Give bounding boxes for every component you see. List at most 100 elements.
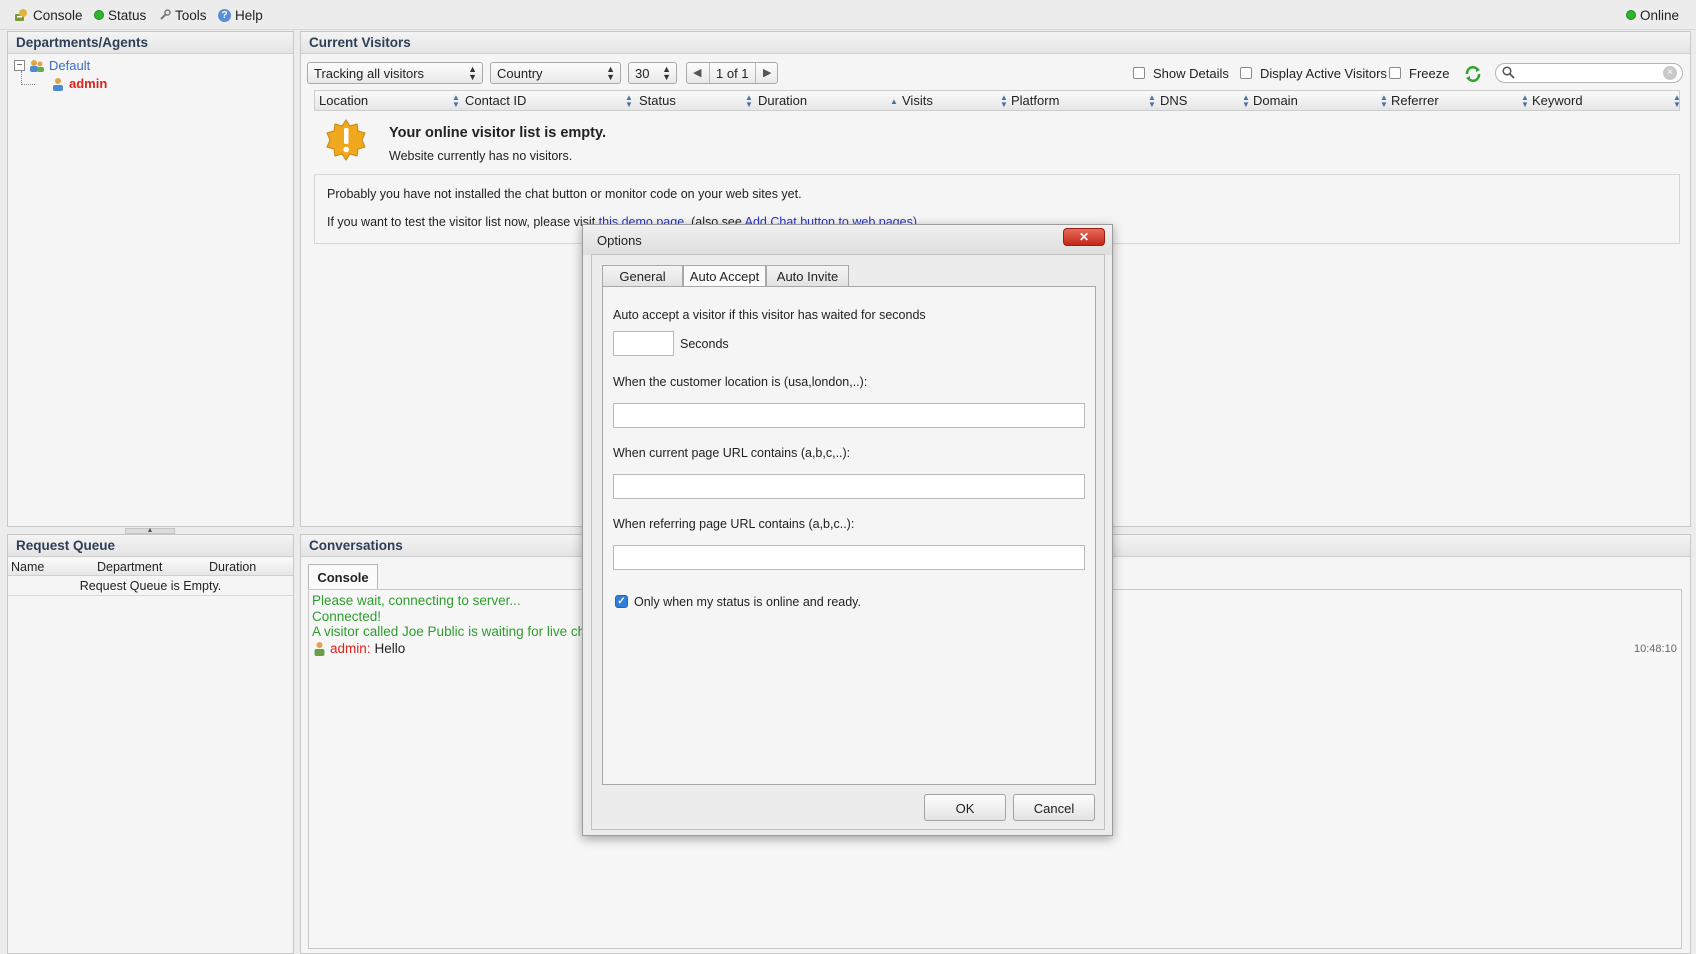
show-details-label: Show Details	[1153, 66, 1229, 81]
column-header[interactable]: Domain	[1250, 92, 1301, 110]
freeze-label: Freeze	[1409, 66, 1450, 81]
department-label: Default	[49, 58, 91, 73]
request-queue-empty: Request Queue is Empty.	[8, 577, 293, 596]
online-only-checkbox[interactable]: ✓	[615, 595, 628, 608]
message-text: Hello	[374, 641, 406, 656]
dialog-titlebar[interactable]: Options	[583, 225, 1112, 255]
request-queue-panel: Request Queue Name Department Duration R…	[7, 534, 294, 954]
tree-line	[21, 71, 22, 85]
column-header[interactable]: Visits	[899, 92, 936, 110]
tracking-select[interactable]: Tracking all visitors ▲ ▼	[307, 62, 483, 84]
request-queue-header: Name Department Duration	[8, 558, 293, 576]
pager-divider	[709, 63, 710, 83]
prev-page-icon[interactable]: ◀	[693, 66, 701, 79]
search-input[interactable]: ×	[1495, 63, 1683, 83]
page-indicator: 1 of 1	[716, 66, 749, 81]
column-header[interactable]: Platform	[1008, 92, 1062, 110]
department-icon	[29, 59, 45, 73]
tab-general[interactable]: General	[602, 265, 683, 287]
online-dot-icon	[1626, 10, 1636, 20]
online-status-label: Online	[1640, 7, 1680, 23]
column-header[interactable]: Contact ID	[462, 92, 529, 110]
departments-panel-title: Departments/Agents	[8, 32, 293, 54]
help-menu[interactable]: ? Help	[218, 7, 263, 23]
sort-icon[interactable]: ▲ ▼	[452, 94, 460, 109]
referrer-input[interactable]	[613, 545, 1085, 570]
sort-icon[interactable]: ▲ ▼	[1000, 94, 1008, 109]
console-menu[interactable]: Console	[14, 7, 83, 23]
agent-label: admin	[69, 76, 108, 91]
message-timestamp: 10:48:10	[1634, 643, 1677, 655]
wait-label: Auto accept a visitor if this visitor ha…	[613, 308, 926, 322]
seconds-input[interactable]	[613, 331, 674, 356]
wrench-icon	[159, 9, 171, 21]
show-details-checkbox[interactable]	[1133, 67, 1145, 79]
log-line: Please wait, connecting to server...	[312, 593, 521, 608]
sort-icon[interactable]: ▲ ▼	[625, 94, 633, 109]
chat-message: admin: Hello	[313, 641, 405, 656]
sort-icon[interactable]: ▲ ▼	[745, 94, 753, 109]
status-menu[interactable]: Status	[94, 7, 146, 23]
country-select-value: Country	[497, 66, 543, 81]
agent-icon	[51, 77, 65, 91]
tree-line	[21, 84, 35, 85]
dialog-title: Options	[597, 233, 642, 248]
sort-icon[interactable]: ▲ ▼	[1673, 94, 1681, 109]
country-select[interactable]: Country ▲ ▼	[490, 62, 621, 84]
display-active-label: Display Active Visitors	[1260, 66, 1387, 81]
auto-accept-pane: Auto accept a visitor if this visitor ha…	[602, 286, 1096, 785]
tab-auto-invite[interactable]: Auto Invite	[766, 265, 849, 287]
empty-subtitle: Website currently has no visitors.	[389, 149, 573, 163]
sort-icon[interactable]: ▲ ▼	[1242, 94, 1250, 109]
clear-search-icon[interactable]: ×	[1663, 66, 1677, 80]
help-icon: ?	[218, 8, 231, 22]
department-default[interactable]: − Default	[14, 58, 90, 73]
online-status[interactable]: Online	[1626, 7, 1679, 23]
column-header[interactable]: Referrer	[1388, 92, 1442, 110]
column-header[interactable]: Status	[636, 92, 679, 110]
cancel-button[interactable]: Cancel	[1013, 794, 1095, 821]
page-url-label: When current page URL contains (a,b,c,..…	[613, 446, 851, 460]
sort-icon[interactable]: ▲ ▼	[1380, 94, 1388, 109]
agent-admin[interactable]: admin	[51, 76, 107, 91]
column-header[interactable]: Duration	[755, 92, 810, 110]
rq-col-name: Name	[11, 560, 45, 574]
sort-icon[interactable]: ▲ ▼	[1148, 94, 1156, 109]
location-input[interactable]	[613, 403, 1085, 428]
close-icon[interactable]: ✕	[1063, 228, 1105, 246]
warning-icon	[324, 118, 368, 162]
select-arrows-icon: ▲ ▼	[662, 64, 671, 82]
select-arrows-icon: ▲ ▼	[468, 64, 477, 82]
request-queue-title: Request Queue	[8, 535, 293, 557]
log-lines: Please wait, connecting to server... Con…	[312, 593, 585, 640]
collapse-icon[interactable]: −	[14, 60, 25, 71]
tab-console[interactable]: Console	[308, 564, 378, 590]
message-sender: admin:	[330, 641, 371, 656]
column-header[interactable]: DNS	[1157, 92, 1190, 110]
tools-menu[interactable]: Tools	[159, 7, 207, 23]
sort-icon[interactable]: ▲ ▼	[1521, 94, 1529, 109]
agent-icon	[313, 641, 326, 656]
seconds-label: Seconds	[680, 337, 729, 351]
ok-button[interactable]: OK	[924, 794, 1006, 821]
page-size-select[interactable]: 30 ▲ ▼	[628, 62, 677, 84]
search-icon	[1502, 66, 1515, 79]
column-header[interactable]: Location	[316, 92, 371, 110]
page-size-value: 30	[635, 66, 650, 81]
departments-panel: Departments/Agents − Default admin	[7, 31, 294, 527]
sort-icon[interactable]: ▲	[890, 98, 898, 106]
next-page-icon[interactable]: ▶	[763, 66, 771, 79]
empty-state: Your online visitor list is empty. Websi…	[314, 111, 1680, 175]
current-visitors-title: Current Visitors	[301, 32, 1690, 54]
page-url-input[interactable]	[613, 474, 1085, 499]
refresh-icon[interactable]	[1464, 65, 1482, 83]
options-dialog: Options ✕ General Auto Accept Auto Invit…	[582, 224, 1113, 836]
tools-menu-label: Tools	[175, 7, 207, 23]
column-header[interactable]: Keyword	[1529, 92, 1586, 110]
display-active-checkbox[interactable]	[1240, 67, 1252, 79]
freeze-checkbox[interactable]	[1389, 67, 1401, 79]
log-line: Connected!	[312, 608, 382, 624]
online-only-label: Only when my status is online and ready.	[634, 595, 861, 609]
tab-auto-accept[interactable]: Auto Accept	[683, 265, 766, 288]
status-menu-label: Status	[108, 7, 147, 23]
